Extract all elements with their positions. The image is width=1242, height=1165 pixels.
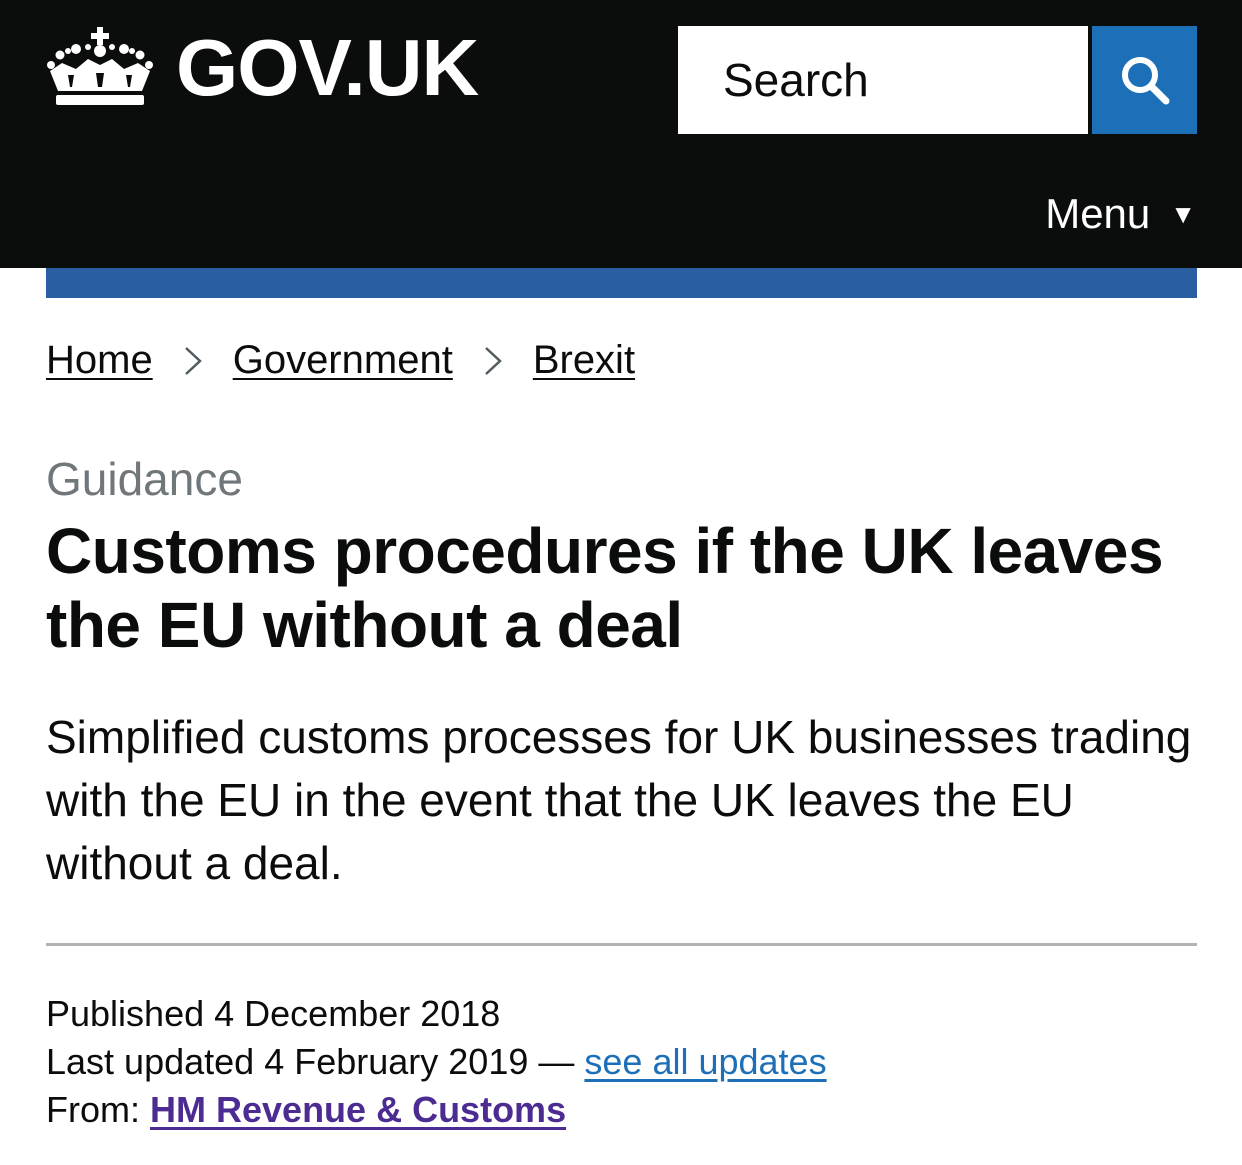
updated-date: 4 February 2019 (264, 1041, 529, 1082)
menu-label: Menu (1045, 190, 1151, 237)
updated-label: Last updated (46, 1041, 255, 1082)
search-icon (1121, 57, 1169, 105)
logo-text: GOV.UK (176, 23, 479, 112)
updated-line: Last updated 4 February 2019 — see all u… (46, 1038, 827, 1086)
breadcrumb: Home Government Brexit (46, 338, 635, 383)
updated-separator: — (538, 1041, 575, 1082)
from-line: From: HM Revenue & Customs (46, 1086, 827, 1134)
menu-button[interactable]: Menu ▼ (1045, 190, 1196, 238)
search-input[interactable]: Search (678, 26, 1088, 134)
site-header: GOV.UK Search Menu ▼ (0, 0, 1242, 268)
published-line: Published 4 December 2018 (46, 990, 827, 1038)
page-metadata: Published 4 December 2018 Last updated 4… (46, 990, 827, 1134)
search-button[interactable] (1092, 26, 1197, 134)
header-accent-bar (46, 268, 1197, 298)
chevron-right-icon (484, 346, 502, 375)
crown-icon (47, 27, 153, 105)
from-label: From: (46, 1089, 140, 1130)
published-label: Published (46, 993, 205, 1034)
published-date: 4 December 2018 (214, 993, 501, 1034)
breadcrumb-home[interactable]: Home (46, 338, 153, 383)
menu-arrow-icon: ▼ (1170, 198, 1196, 229)
see-all-updates-link[interactable]: see all updates (584, 1041, 826, 1082)
page-caption: Guidance (46, 453, 243, 505)
search-placeholder: Search (723, 54, 869, 106)
divider (46, 943, 1197, 946)
breadcrumb-brexit[interactable]: Brexit (533, 338, 635, 383)
chevron-right-icon (184, 346, 202, 375)
govuk-logo-link[interactable]: GOV.UK (46, 22, 479, 114)
breadcrumb-government[interactable]: Government (233, 338, 453, 383)
organisation-link[interactable]: HM Revenue & Customs (150, 1089, 566, 1130)
page-description: Simplified customs processes for UK busi… (46, 711, 1192, 889)
page-title: Customs procedures if the UK leaves the … (46, 515, 1164, 661)
